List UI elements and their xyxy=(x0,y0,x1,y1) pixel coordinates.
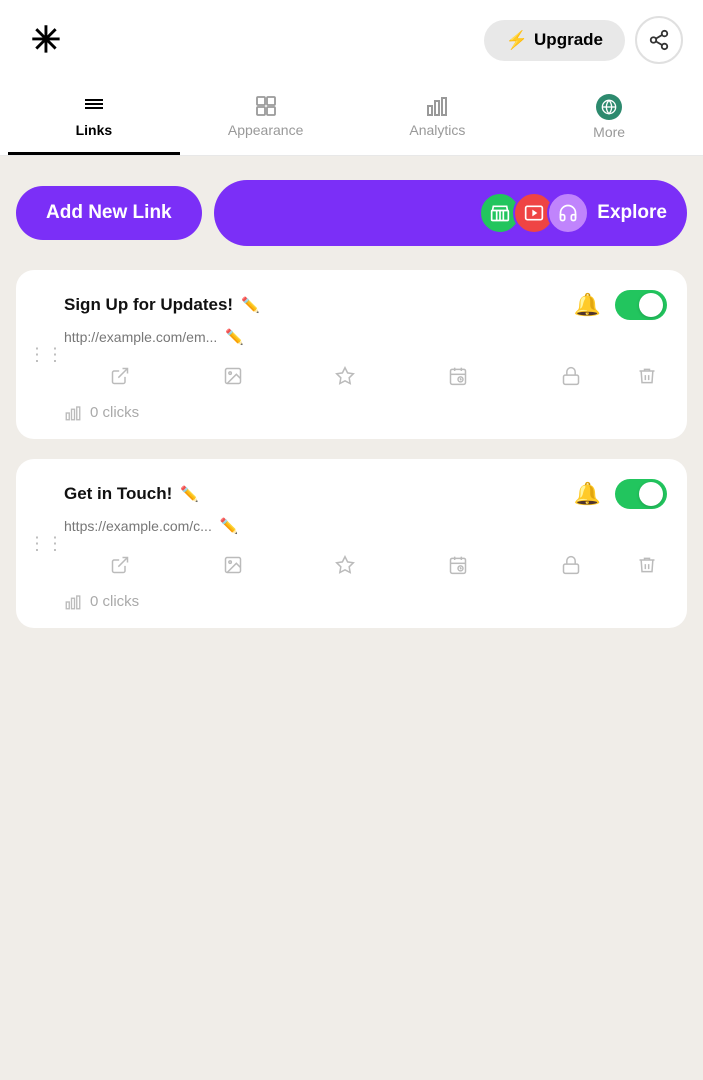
drag-handle[interactable]: ⋮⋮ xyxy=(28,344,64,365)
add-new-link-label: Add New Link xyxy=(46,202,172,223)
share-icon xyxy=(648,29,670,51)
tab-links-label: Links xyxy=(76,122,113,138)
card-content: Get in Touch! ✏️ 🔔 https://example.com/c… xyxy=(64,479,667,612)
link-title: Get in Touch! xyxy=(64,484,172,504)
tab-appearance-label: Appearance xyxy=(228,122,304,138)
link-url: https://example.com/c... xyxy=(64,518,212,534)
bell-icon[interactable]: 🔔 xyxy=(574,481,601,507)
clicks-chart-icon xyxy=(64,402,82,423)
lock-icon[interactable] xyxy=(514,551,627,579)
link-title: Sign Up for Updates! xyxy=(64,295,233,315)
delete-icon[interactable] xyxy=(627,551,667,579)
explore-icons xyxy=(479,192,589,234)
card-content: Sign Up for Updates! ✏️ 🔔 http://example… xyxy=(64,290,667,423)
link-card: ⋮⋮ Sign Up for Updates! ✏️ 🔔 http://exam… xyxy=(16,270,687,439)
card-header-right: 🔔 xyxy=(574,479,667,509)
redirect-icon[interactable] xyxy=(64,362,177,390)
tab-analytics[interactable]: Analytics xyxy=(352,80,524,155)
bolt-icon: ⚡ xyxy=(506,30,528,51)
star-icon[interactable] xyxy=(289,551,402,579)
image-icon[interactable] xyxy=(177,551,290,579)
explore-button[interactable]: Explore xyxy=(214,180,687,246)
card-title-row: Get in Touch! ✏️ xyxy=(64,484,199,504)
card-header-right: 🔔 xyxy=(574,290,667,320)
link-toggle[interactable] xyxy=(615,479,667,509)
schedule-icon[interactable] xyxy=(402,362,515,390)
nav-tabs: Links Appearance Analytics xyxy=(0,80,703,156)
tab-analytics-label: Analytics xyxy=(409,122,465,138)
main-content: Add New Link xyxy=(0,156,703,672)
analytics-icon xyxy=(425,94,449,118)
explore-icon-headphones xyxy=(547,192,589,234)
action-bar: Add New Link xyxy=(16,180,687,246)
appearance-icon xyxy=(254,94,278,118)
tab-appearance[interactable]: Appearance xyxy=(180,80,352,155)
card-header: Get in Touch! ✏️ 🔔 xyxy=(64,479,667,509)
link-clicks: 0 clicks xyxy=(90,404,139,421)
link-clicks: 0 clicks xyxy=(90,593,139,610)
clicks-chart-icon xyxy=(64,591,82,612)
tab-more[interactable]: More xyxy=(523,80,695,155)
links-icon xyxy=(82,94,106,118)
edit-title-icon[interactable]: ✏️ xyxy=(241,296,260,314)
header-actions: ⚡ Upgrade xyxy=(484,16,683,64)
edit-title-icon[interactable]: ✏️ xyxy=(180,485,199,503)
lock-icon[interactable] xyxy=(514,362,627,390)
card-actions xyxy=(64,551,667,579)
card-header: Sign Up for Updates! ✏️ 🔔 xyxy=(64,290,667,320)
card-actions xyxy=(64,362,667,390)
tab-more-label: More xyxy=(593,124,625,140)
share-button[interactable] xyxy=(635,16,683,64)
star-icon[interactable] xyxy=(289,362,402,390)
card-url-row: http://example.com/em... ✏️ xyxy=(64,328,667,346)
link-toggle[interactable] xyxy=(615,290,667,320)
drag-handle[interactable]: ⋮⋮ xyxy=(28,533,64,554)
card-title-row: Sign Up for Updates! ✏️ xyxy=(64,295,260,315)
more-icon xyxy=(596,94,622,120)
image-icon[interactable] xyxy=(177,362,290,390)
logo-icon: ✳ xyxy=(20,14,72,66)
bell-icon[interactable]: 🔔 xyxy=(574,292,601,318)
add-new-link-button[interactable]: Add New Link xyxy=(16,186,202,240)
card-url-row: https://example.com/c... ✏️ xyxy=(64,517,667,535)
header: ✳ ⚡ Upgrade xyxy=(0,0,703,80)
upgrade-label: Upgrade xyxy=(534,30,603,50)
clicks-row: 0 clicks xyxy=(64,591,667,612)
link-card: ⋮⋮ Get in Touch! ✏️ 🔔 https://example.co… xyxy=(16,459,687,628)
edit-url-icon[interactable]: ✏️ xyxy=(225,328,244,346)
upgrade-button[interactable]: ⚡ Upgrade xyxy=(484,20,625,61)
explore-label: Explore xyxy=(597,202,667,224)
schedule-icon[interactable] xyxy=(402,551,515,579)
redirect-icon[interactable] xyxy=(64,551,177,579)
link-url: http://example.com/em... xyxy=(64,329,217,345)
clicks-row: 0 clicks xyxy=(64,402,667,423)
delete-icon[interactable] xyxy=(627,362,667,390)
tab-links[interactable]: Links xyxy=(8,80,180,155)
edit-url-icon[interactable]: ✏️ xyxy=(220,517,239,535)
